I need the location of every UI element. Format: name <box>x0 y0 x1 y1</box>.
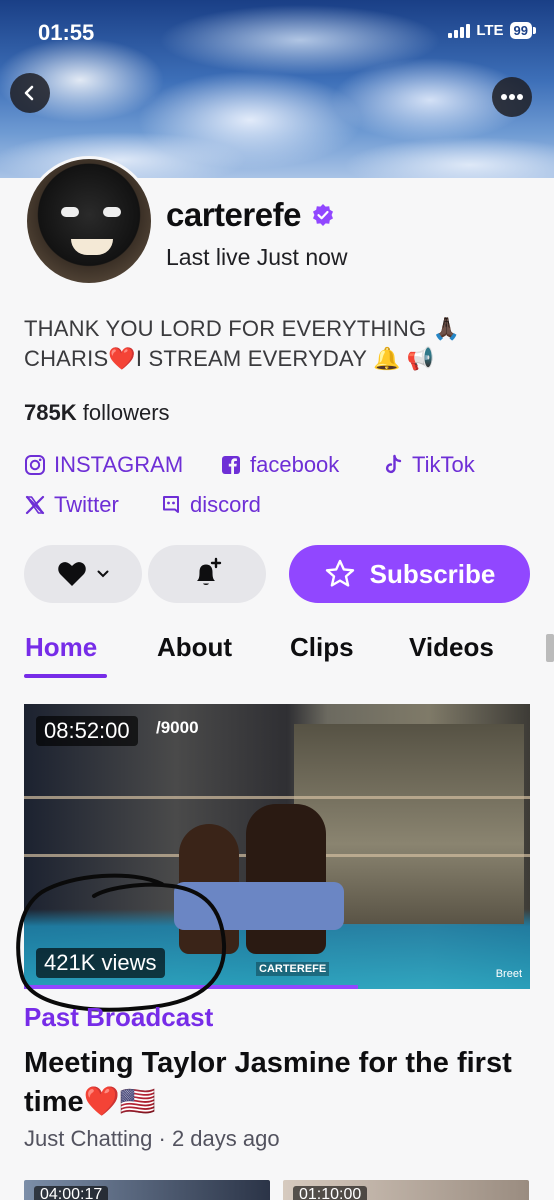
link-instagram[interactable]: INSTAGRAM <box>24 452 183 478</box>
x-twitter-icon <box>25 495 45 515</box>
next-video-thumbnail[interactable]: 04:00:17 <box>24 1180 270 1200</box>
followers-label: followers <box>82 400 170 425</box>
last-live-status: Last live Just now <box>166 244 348 270</box>
verified-badge-icon <box>312 204 333 226</box>
tab-videos[interactable]: Videos <box>409 632 494 663</box>
thumbnail-towel <box>174 882 344 930</box>
link-discord[interactable]: discord <box>160 492 261 518</box>
link-instagram-label: INSTAGRAM <box>54 452 184 477</box>
video-title[interactable]: Meeting Taylor Jasmine for the first tim… <box>24 1044 524 1122</box>
subscribe-button[interactable]: Subscribe <box>289 545 530 603</box>
channel-bio: THANK YOU LORD FOR EVERYTHING 🙏🏿 CHARIS❤… <box>24 316 461 371</box>
link-tiktok[interactable]: TikTok <box>382 452 475 478</box>
star-icon <box>325 559 354 587</box>
thumbnail-rail <box>24 796 530 799</box>
chevron-left-icon <box>24 85 34 101</box>
link-tiktok-label: TikTok <box>412 452 475 477</box>
stream-overlay-text: /9000 <box>156 718 199 737</box>
next-video-duration: 01:10:00 <box>293 1186 368 1200</box>
notifications-button[interactable] <box>148 545 266 603</box>
thumbnail-person <box>246 804 326 954</box>
follow-button[interactable] <box>24 545 142 603</box>
tab-clips[interactable]: Clips <box>290 632 354 663</box>
instagram-icon <box>25 455 45 475</box>
username-row: carterefe <box>166 196 335 234</box>
past-broadcast-label: Past Broadcast <box>24 1002 214 1032</box>
watch-progress-bar <box>24 985 358 989</box>
username: carterefe <box>166 196 301 233</box>
discord-icon <box>163 496 179 513</box>
tab-overflow[interactable] <box>546 634 554 662</box>
link-facebook[interactable]: facebook <box>220 452 339 478</box>
status-bar: 01:55 LTE 99 <box>0 0 554 62</box>
facebook-icon <box>222 456 240 474</box>
video-thumbnail[interactable]: 08:52:00 /9000 421K views CARTEREFE Bree… <box>24 704 530 989</box>
link-twitter[interactable]: Twitter <box>24 492 119 518</box>
view-count-badge: 421K views <box>36 948 165 978</box>
bell-plus-icon <box>197 557 222 585</box>
channel-watermark: CARTEREFE <box>256 962 330 976</box>
sponsor-watermark: Breet <box>495 968 522 980</box>
video-duration-badge: 08:52:00 <box>36 716 138 746</box>
signal-icon <box>448 23 471 38</box>
link-twitter-label: Twitter <box>54 492 119 517</box>
video-meta[interactable]: Just Chatting · 2 days ago <box>24 1126 280 1152</box>
tiktok-icon <box>385 454 402 474</box>
channel-tabs: Home About Clips Videos <box>0 628 554 680</box>
back-button[interactable] <box>10 73 50 113</box>
tab-about[interactable]: About <box>157 632 232 663</box>
status-indicators: LTE 99 <box>448 22 537 39</box>
more-options-button[interactable] <box>492 77 532 117</box>
next-video-thumbnail[interactable]: 01:10:00 <box>283 1180 529 1200</box>
more-dots-icon <box>501 94 523 100</box>
tab-home[interactable]: Home <box>25 632 97 663</box>
active-tab-indicator <box>24 674 107 678</box>
battery-icon: 99 <box>509 22 537 39</box>
link-discord-label: discord <box>190 492 261 517</box>
followers-number: 785K <box>24 400 77 425</box>
link-facebook-label: facebook <box>250 452 340 477</box>
followers-count: 785K followers <box>24 400 170 426</box>
avatar[interactable] <box>24 156 154 286</box>
heart-icon <box>58 562 86 586</box>
network-type: LTE <box>476 22 504 39</box>
subscribe-label: Subscribe <box>369 558 496 589</box>
next-video-duration: 04:00:17 <box>34 1186 109 1200</box>
chevron-down-icon <box>97 570 109 578</box>
status-time: 01:55 <box>38 20 95 45</box>
